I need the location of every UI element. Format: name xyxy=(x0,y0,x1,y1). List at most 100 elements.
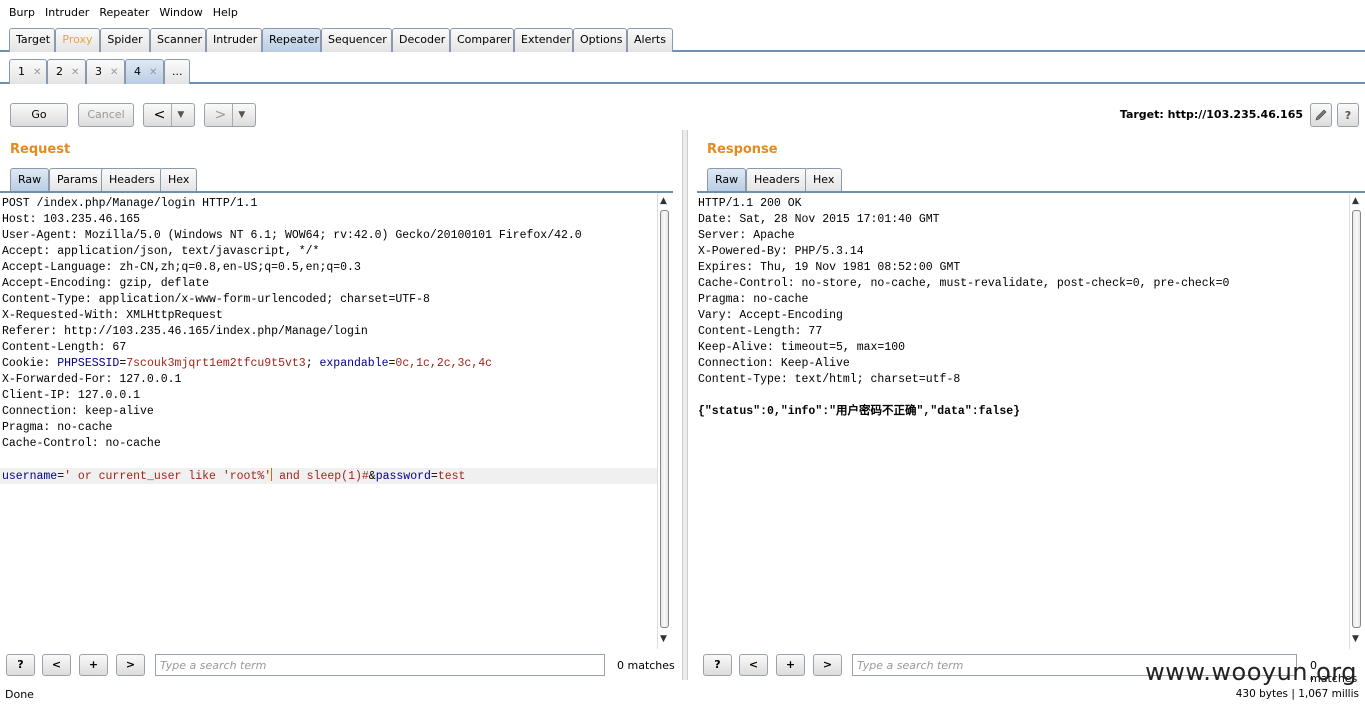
response-json-body: {"status":0,"info":"用户密码不正确","data":fals… xyxy=(698,405,1021,418)
response-line: Content-Type: text/html; charset=utf-8 xyxy=(698,373,961,386)
response-line: Date: Sat, 28 Nov 2015 17:01:40 GMT xyxy=(698,213,940,226)
response-editor[interactable]: HTTP/1.1 200 OK Date: Sat, 28 Nov 2015 1… xyxy=(696,194,1349,649)
tab-target[interactable]: Target xyxy=(9,28,55,52)
menu-repeater[interactable]: Repeater xyxy=(94,6,154,19)
request-line: User-Agent: Mozilla/5.0 (Windows NT 6.1;… xyxy=(2,229,582,242)
request-line: X-Requested-With: XMLHttpRequest xyxy=(2,309,223,322)
response-stats: 430 bytes | 1,067 millis xyxy=(1235,688,1359,700)
response-line: Content-Length: 77 xyxy=(698,325,823,338)
repeater-tab-2[interactable]: 2 ✕ xyxy=(47,59,86,84)
search-add-button[interactable]: + xyxy=(79,654,108,676)
tab-proxy[interactable]: Proxy xyxy=(55,28,100,52)
help-button[interactable]: ? xyxy=(1337,103,1359,127)
arrow-right-icon: > xyxy=(214,107,227,123)
response-line: Server: Apache xyxy=(698,229,795,242)
cookie-value: 0c,1c,2c,3c,4c xyxy=(395,357,493,370)
response-tab-headers[interactable]: Headers xyxy=(746,168,808,191)
tab-scanner[interactable]: Scanner xyxy=(150,28,206,52)
search-prev-button[interactable]: < xyxy=(739,654,768,676)
request-tab-raw[interactable]: Raw xyxy=(10,168,50,191)
response-line: HTTP/1.1 200 OK xyxy=(698,197,802,210)
tab-sequencer[interactable]: Sequencer xyxy=(321,28,392,52)
menu-bar: Burp Intruder Repeater Window Help xyxy=(0,0,1365,24)
request-tab-hex[interactable]: Hex xyxy=(160,168,198,191)
tab-options[interactable]: Options xyxy=(573,28,627,52)
response-line: Connection: Keep-Alive xyxy=(698,357,850,370)
cookie-line: Cookie: PHPSESSID=7scouk3mjqrt1em2tfcu9t… xyxy=(2,357,493,370)
search-add-button[interactable]: + xyxy=(776,654,805,676)
close-icon[interactable]: ✕ xyxy=(149,67,157,78)
help-icon: ? xyxy=(1344,108,1352,122)
param-value: ' or current_user like 'root%' xyxy=(64,470,272,483)
watermark: www.wooyun.org xyxy=(1145,658,1357,686)
forward-button[interactable]: > ▼ xyxy=(204,103,256,127)
menu-burp[interactable]: Burp xyxy=(4,6,40,19)
tab-spider[interactable]: Spider xyxy=(100,28,150,52)
tab-intruder[interactable]: Intruder xyxy=(206,28,262,52)
cookie-value: 7scouk3mjqrt1em2tfcu9t5vt3 xyxy=(126,357,306,370)
edit-target-button[interactable] xyxy=(1310,103,1332,127)
request-body-line: username=' or current_user like 'root%' … xyxy=(0,468,657,484)
request-line: Client-IP: 127.0.0.1 xyxy=(2,389,141,402)
scrollbar-thumb[interactable] xyxy=(660,210,669,628)
dropdown-icon[interactable]: ▼ xyxy=(171,104,184,126)
split-divider[interactable] xyxy=(682,130,688,680)
response-scrollbar[interactable]: ▲ ▼ xyxy=(1349,194,1363,649)
request-match-count: 0 matches xyxy=(617,659,675,672)
tab-decoder[interactable]: Decoder xyxy=(392,28,450,52)
search-next-button[interactable]: > xyxy=(116,654,145,676)
search-help-button[interactable]: ? xyxy=(6,654,35,676)
dropdown-icon[interactable]: ▼ xyxy=(232,104,245,126)
close-icon[interactable]: ✕ xyxy=(71,67,79,78)
back-button[interactable]: < ▼ xyxy=(143,103,195,127)
request-scrollbar[interactable]: ▲ ▼ xyxy=(657,194,671,649)
tab-extender[interactable]: Extender xyxy=(514,28,573,52)
tab-repeater[interactable]: Repeater xyxy=(262,28,321,52)
scrollbar-thumb[interactable] xyxy=(1352,210,1361,628)
search-help-button[interactable]: ? xyxy=(703,654,732,676)
request-search-input[interactable] xyxy=(155,654,605,676)
request-tab-headers[interactable]: Headers xyxy=(101,168,163,191)
menu-help[interactable]: Help xyxy=(208,6,243,19)
response-line: Expires: Thu, 19 Nov 1981 08:52:00 GMT xyxy=(698,261,961,274)
request-line: Pragma: no-cache xyxy=(2,421,113,434)
search-prev-button[interactable]: < xyxy=(42,654,71,676)
response-line: X-Powered-By: PHP/5.3.14 xyxy=(698,245,864,258)
cancel-button[interactable]: Cancel xyxy=(78,103,134,127)
main-tab-bar: Target Proxy Spider Scanner Intruder Rep… xyxy=(0,26,1365,52)
response-tab-raw[interactable]: Raw xyxy=(707,168,747,191)
go-button[interactable]: Go xyxy=(10,103,68,127)
scroll-down-icon[interactable]: ▼ xyxy=(1352,634,1359,644)
request-line: Accept-Encoding: gzip, deflate xyxy=(2,277,210,290)
request-line: Accept: application/json, text/javascrip… xyxy=(2,245,320,258)
repeater-tab-3[interactable]: 3 ✕ xyxy=(86,59,125,84)
repeater-tab-4[interactable]: 4 ✕ xyxy=(125,59,164,84)
close-icon[interactable]: ✕ xyxy=(110,67,118,78)
response-line: Vary: Accept-Encoding xyxy=(698,309,843,322)
response-line: Cache-Control: no-store, no-cache, must-… xyxy=(698,277,1230,290)
scroll-up-icon[interactable]: ▲ xyxy=(1352,196,1359,206)
param-value: test xyxy=(437,470,466,483)
response-tab-hex[interactable]: Hex xyxy=(805,168,843,191)
tab-comparer[interactable]: Comparer xyxy=(450,28,514,52)
request-tab-params[interactable]: Params xyxy=(49,168,106,191)
param-key: password xyxy=(375,470,431,483)
status-text: Done xyxy=(5,688,34,701)
scroll-up-icon[interactable]: ▲ xyxy=(660,196,667,206)
repeater-tab-label: 2 xyxy=(56,65,63,78)
new-tab-button[interactable]: ... xyxy=(164,59,190,84)
arrow-left-icon: < xyxy=(153,107,166,123)
search-next-button[interactable]: > xyxy=(813,654,842,676)
tab-alerts[interactable]: Alerts xyxy=(627,28,673,52)
request-line: Host: 103.235.46.165 xyxy=(2,213,141,226)
menu-window[interactable]: Window xyxy=(154,6,207,19)
cookie-key: expandable xyxy=(319,357,389,370)
request-line: POST /index.php/Manage/login HTTP/1.1 xyxy=(2,197,258,210)
scroll-down-icon[interactable]: ▼ xyxy=(660,634,667,644)
close-icon[interactable]: ✕ xyxy=(33,67,41,78)
repeater-tab-bar: 1 ✕ 2 ✕ 3 ✕ 4 ✕ ... xyxy=(0,56,1365,84)
menu-intruder[interactable]: Intruder xyxy=(40,6,94,19)
repeater-tab-1[interactable]: 1 ✕ xyxy=(9,59,47,84)
request-editor[interactable]: POST /index.php/Manage/login HTTP/1.1 Ho… xyxy=(0,194,657,649)
response-line: Pragma: no-cache xyxy=(698,293,809,306)
